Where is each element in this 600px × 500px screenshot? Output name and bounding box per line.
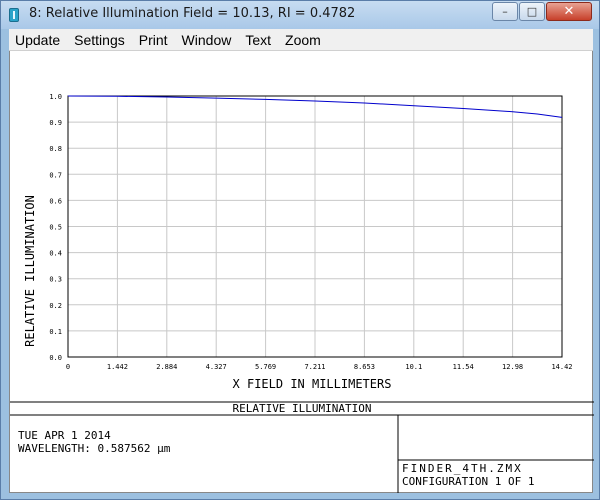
title-bar[interactable]: 8: Relative Illumination Field = 10.13, … <box>1 1 599 29</box>
info-details: TUE APR 1 2014 WAVELENGTH: 0.587562 µm <box>18 429 170 455</box>
menu-text[interactable]: Text <box>238 29 278 51</box>
info-wavelength: WAVELENGTH: 0.587562 µm <box>18 442 171 455</box>
x-tick-label: 11.54 <box>453 363 474 371</box>
info-title: RELATIVE ILLUMINATION <box>232 402 372 415</box>
y-tick-label: 0.1 <box>49 328 62 336</box>
y-tick-label: 0.4 <box>49 250 62 258</box>
window-title: 8: Relative Illumination Field = 10.13, … <box>29 6 356 21</box>
close-button[interactable]: ✕ <box>546 2 592 21</box>
info-date: TUE APR 1 2014 <box>18 429 111 442</box>
menu-bar: Update Settings Print Window Text Zoom <box>9 29 593 51</box>
menu-print[interactable]: Print <box>132 29 175 51</box>
y-axis-label: RELATIVE ILLUMINATION <box>23 195 37 347</box>
y-tick-label: 1.0 <box>49 93 62 101</box>
y-tick-label: 0.8 <box>49 145 62 153</box>
x-tick-label: 8.653 <box>354 363 375 371</box>
y-tick-label: 0.5 <box>49 224 62 232</box>
menu-update[interactable]: Update <box>9 29 67 51</box>
y-tick-label: 0.2 <box>49 302 62 310</box>
x-tick-label: 2.884 <box>156 363 177 371</box>
info-configuration: CONFIGURATION 1 OF 1 <box>402 475 535 488</box>
x-tick-label: 0 <box>66 363 70 371</box>
menu-window[interactable]: Window <box>175 29 239 51</box>
y-tick-label: 0.6 <box>49 197 62 205</box>
x-tick-label: 5.769 <box>255 363 276 371</box>
x-tick-label: 10.1 <box>405 363 422 371</box>
application-window: 8: Relative Illumination Field = 10.13, … <box>0 0 600 500</box>
relative-illumination-chart: 0 1.442 2.884 4.327 5.769 7.211 8.653 10.1 11.54… <box>10 93 594 493</box>
y-tick-label: 0.7 <box>49 171 62 179</box>
x-axis-label: X FIELD IN MILLIMETERS <box>233 377 392 391</box>
info-file-name: FINDER_4TH.ZMX <box>402 462 523 475</box>
chart-grid <box>68 96 562 357</box>
menu-settings[interactable]: Settings <box>67 29 132 51</box>
x-tick-labels: 0 1.442 2.884 4.327 5.769 7.211 8.653 10.1 11.54… <box>66 363 573 371</box>
app-icon <box>9 8 19 22</box>
x-tick-label: 1.442 <box>107 363 128 371</box>
y-tick-label: 0.3 <box>49 276 62 284</box>
x-tick-label: 7.211 <box>304 363 325 371</box>
minimize-button[interactable]: – <box>492 2 518 21</box>
x-tick-label: 12.98 <box>502 363 523 371</box>
menu-zoom[interactable]: Zoom <box>278 29 328 51</box>
maximize-button[interactable]: □ <box>519 2 545 21</box>
info-file-block: FINDER_4TH.ZMX CONFIGURATION 1 OF 1 <box>402 462 534 488</box>
y-tick-label: 0.9 <box>49 119 62 127</box>
x-tick-label: 14.42 <box>551 363 572 371</box>
x-tick-label: 4.327 <box>206 363 227 371</box>
y-tick-label: 0.0 <box>49 354 62 362</box>
plot-window-client: 0 1.442 2.884 4.327 5.769 7.211 8.653 10.1 11.54… <box>9 51 594 493</box>
y-tick-labels: 0.0 0.1 0.2 0.3 0.4 0.5 0.6 0.7 0.8 0.9 1.0 <box>49 93 62 362</box>
